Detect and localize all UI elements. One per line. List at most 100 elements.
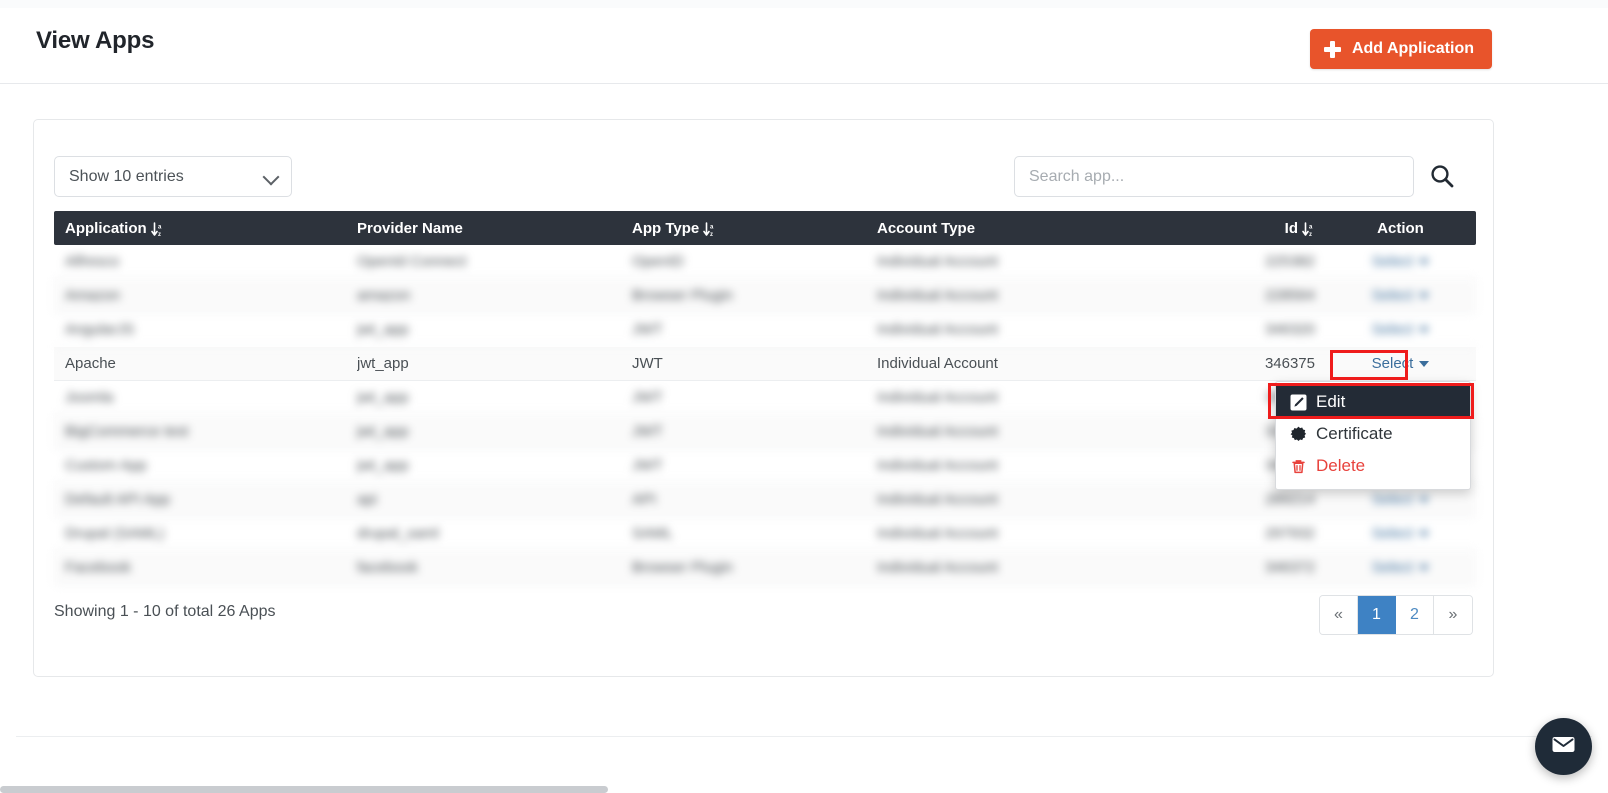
svg-text:z: z [1309, 232, 1312, 237]
cell-application: AngularJS [65, 321, 135, 338]
cell-provider: jwt_app [357, 321, 409, 338]
select-label: Select [1371, 525, 1414, 542]
dropdown-item-label: Edit [1316, 392, 1346, 411]
table-row[interactable]: BigCommerce test jwt_app JWT Individual … [54, 415, 1476, 449]
cell-action[interactable]: Select [1325, 491, 1476, 508]
search-icon[interactable] [1428, 162, 1456, 190]
cell-account-type: Individual Account [877, 559, 998, 576]
cell-account-type: Individual Account [877, 423, 998, 440]
cell-provider: jwt_app [357, 389, 409, 406]
column-label: Application [65, 219, 147, 237]
pagination-page-1[interactable]: 1 [1358, 596, 1396, 634]
row-action-dropdown-menu: Edit Certificate Delete [1275, 381, 1471, 490]
row-action-select[interactable]: Select [1372, 525, 1430, 542]
cell-action[interactable]: Select [1325, 355, 1476, 372]
dropdown-item-certificate[interactable]: Certificate [1276, 418, 1470, 450]
horizontal-scrollbar[interactable] [0, 786, 608, 793]
table-row[interactable]: Custom App jwt_app JWT Individual Accoun… [54, 449, 1476, 483]
header-top-strip [0, 0, 1608, 8]
column-header-app-type[interactable]: App Type a z [632, 220, 877, 238]
caret-down-icon [1419, 292, 1430, 299]
caret-down-icon [1419, 496, 1430, 503]
column-label: Account Type [877, 219, 976, 237]
table-row[interactable]: Drupal (SAML) drupal_saml SAML Individua… [54, 517, 1476, 551]
entries-per-page-select[interactable]: Show 10 entries Show 25 entries Show 50 … [54, 156, 292, 197]
svg-text:z: z [710, 232, 713, 237]
row-action-select[interactable]: Select [1372, 559, 1430, 576]
page-header: View Apps Add Application [0, 0, 1608, 84]
column-label: Action [1377, 219, 1424, 237]
cell-id: 228564 [1264, 287, 1315, 304]
cell-id: 346320 [1264, 321, 1315, 338]
cell-id: 289214 [1264, 491, 1315, 508]
certificate-badge-icon [1290, 426, 1307, 443]
column-label: Provider Name [357, 219, 463, 237]
cell-application: Apache [65, 355, 116, 372]
cell-action[interactable]: Select [1325, 559, 1476, 576]
add-application-button[interactable]: Add Application [1309, 29, 1492, 69]
plus-icon [1323, 40, 1341, 58]
caret-down-icon [1419, 258, 1430, 265]
cell-id: 346372 [1264, 559, 1315, 576]
pagination-page-2[interactable]: 2 [1396, 596, 1434, 634]
cell-action[interactable]: Select [1325, 253, 1476, 270]
row-action-select[interactable]: Select [1372, 321, 1430, 338]
table-row[interactable]: Amazon amazon Browser Plugin Individual … [54, 279, 1476, 313]
search-input[interactable] [1014, 156, 1414, 197]
cell-account-type: Individual Account [877, 389, 998, 406]
cell-id: 225382 [1264, 253, 1315, 270]
cell-account-type: Individual Account [877, 321, 998, 338]
sort-az-icon: a z [1302, 221, 1315, 238]
bottom-divider [16, 736, 1592, 737]
svg-text:a: a [158, 224, 162, 230]
cell-app-type: OpenID [632, 253, 684, 270]
row-action-select-open[interactable]: Select [1372, 355, 1430, 372]
cell-action[interactable]: Select [1325, 525, 1476, 542]
cell-application: BigCommerce test [65, 423, 189, 440]
cell-action[interactable]: Select [1325, 321, 1476, 338]
dropdown-item-delete[interactable]: Delete [1276, 450, 1470, 482]
select-label: Select [1371, 559, 1414, 576]
caret-down-icon [1419, 360, 1430, 367]
cell-app-type: Browser Plugin [632, 287, 733, 304]
column-header-application[interactable]: Application a z [54, 219, 357, 238]
cell-account-type: Individual Account [877, 491, 998, 508]
cell-action[interactable]: Select [1325, 287, 1476, 304]
column-header-id[interactable]: Id a z [1184, 219, 1325, 238]
cell-account-type: Individual Account [877, 457, 998, 474]
select-label: Select [1371, 253, 1414, 270]
trash-icon [1290, 458, 1307, 475]
edit-pencil-icon [1290, 394, 1307, 411]
pagination-next[interactable]: » [1434, 596, 1472, 634]
cell-application: Drupal (SAML) [65, 525, 165, 542]
cell-account-type: Individual Account [877, 525, 998, 542]
cell-application: Joomla [65, 389, 114, 406]
cell-provider: amazon [357, 287, 411, 304]
cell-app-type: JWT [632, 321, 663, 338]
dropdown-item-label: Delete [1316, 456, 1366, 475]
caret-down-icon [1419, 564, 1430, 571]
cell-app-type: JWT [632, 355, 663, 372]
table-row[interactable]: Alfresco OpenId Connect OpenID Individua… [54, 245, 1476, 279]
select-label: Select [1371, 355, 1414, 372]
row-action-select[interactable]: Select [1372, 287, 1430, 304]
chat-floating-button[interactable] [1535, 718, 1592, 775]
row-action-select[interactable]: Select [1372, 491, 1430, 508]
cell-application: Facebook [65, 559, 131, 576]
table-row[interactable]: Default API App api API Individual Accou… [54, 483, 1476, 517]
caret-down-icon [1419, 530, 1430, 537]
view-apps-page: View Apps Add Application Show 10 entrie… [0, 0, 1608, 793]
table-row[interactable]: AngularJS jwt_app JWT Individual Account… [54, 313, 1476, 347]
cell-app-type: JWT [632, 423, 663, 440]
select-label: Select [1371, 491, 1414, 508]
select-label: Select [1371, 287, 1414, 304]
dropdown-item-edit[interactable]: Edit [1276, 386, 1470, 418]
table-row-apache[interactable]: Apache jwt_app JWT Individual Account 34… [54, 347, 1476, 381]
row-action-select[interactable]: Select [1372, 253, 1430, 270]
cell-provider: drupal_saml [357, 525, 439, 542]
table-row[interactable]: Facebook facebook Browser Plugin Individ… [54, 551, 1476, 585]
column-label: Id [1284, 219, 1298, 237]
column-header-provider-name: Provider Name [357, 220, 632, 237]
pagination-prev[interactable]: « [1320, 596, 1358, 634]
table-row[interactable]: Joomla jwt_app JWT Individual Account 34… [54, 381, 1476, 415]
